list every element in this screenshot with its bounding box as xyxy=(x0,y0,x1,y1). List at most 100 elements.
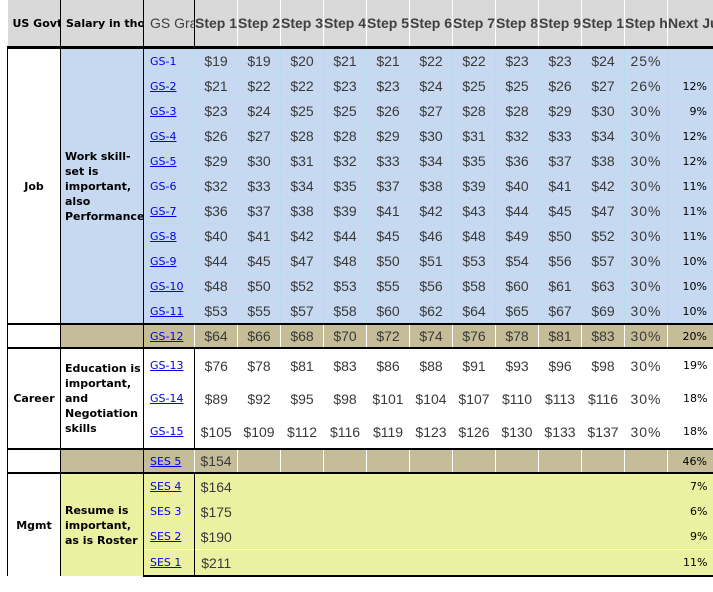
category-cell-empty xyxy=(7,448,61,474)
step-6-salary: $74 xyxy=(409,323,453,349)
grade-link[interactable]: GS-10 xyxy=(150,280,183,293)
grade-cell: SES 1 xyxy=(143,549,195,577)
step-6-salary: $22 xyxy=(409,47,453,74)
step-10-salary: $52 xyxy=(581,223,625,249)
step-8-salary: $65 xyxy=(495,298,539,325)
step-5-salary: $119 xyxy=(366,415,410,449)
step-10-salary: $69 xyxy=(581,298,625,325)
step-6-salary xyxy=(409,524,453,550)
table-row: SES 5 $154 46% xyxy=(7,448,713,474)
step-7-salary: $48 xyxy=(452,223,496,249)
step-9-salary: $56 xyxy=(538,248,582,274)
step-5-salary: $50 xyxy=(366,248,410,274)
grade-cell: GS-5 xyxy=(143,148,195,174)
step-9-salary: $29 xyxy=(538,98,582,124)
header-step-hike: Step hike xyxy=(624,0,668,49)
next-jump-cell: 11% xyxy=(667,223,713,249)
grade-link[interactable]: GS-15 xyxy=(150,425,183,438)
grade-cell: GS-9 xyxy=(143,248,195,274)
step-1-salary: $190 xyxy=(194,524,238,550)
grade-link[interactable]: GS-9 xyxy=(150,255,176,268)
step-8-salary xyxy=(495,524,539,550)
step-2-salary: $41 xyxy=(237,223,281,249)
step-2-salary: $30 xyxy=(237,148,281,174)
step-9-salary: $81 xyxy=(538,323,582,349)
step-4-salary: $25 xyxy=(323,98,367,124)
grade-cell: GS-2 xyxy=(143,73,195,99)
step-4-salary: $39 xyxy=(323,198,367,224)
grade-link[interactable]: GS-4 xyxy=(150,130,176,143)
step-8-salary: $44 xyxy=(495,198,539,224)
step-3-salary xyxy=(280,473,324,499)
grade-link[interactable]: GS-7 xyxy=(150,205,176,218)
grade-link[interactable]: SES 1 xyxy=(150,556,181,569)
grade-link[interactable]: SES 5 xyxy=(150,455,181,468)
step-1-salary: $175 xyxy=(194,499,238,524)
step-7-salary: $53 xyxy=(452,248,496,274)
step-9-salary xyxy=(538,524,582,550)
step-4-salary: $48 xyxy=(323,248,367,274)
step-3-salary: $25 xyxy=(280,98,324,124)
step-5-salary xyxy=(366,499,410,524)
step-10-salary: $30 xyxy=(581,98,625,124)
step-10-salary: $27 xyxy=(581,73,625,99)
grade-cell: SES 4 xyxy=(143,473,195,499)
grade-cell: GS-7 xyxy=(143,198,195,224)
grade-link[interactable]: GS-2 xyxy=(150,80,176,93)
step-8-salary: $49 xyxy=(495,223,539,249)
step-9-salary: $45 xyxy=(538,198,582,224)
grade-cell: GS-11 xyxy=(143,298,195,325)
grade-link[interactable]: GS-12 xyxy=(150,330,183,343)
grade-link[interactable]: GS-5 xyxy=(150,155,176,168)
step-9-salary: $23 xyxy=(538,47,582,74)
step-4-salary xyxy=(323,499,367,524)
grade-link[interactable]: SES 4 xyxy=(150,480,181,493)
grade-link[interactable]: GS-3 xyxy=(150,105,176,118)
header-step-3: Step 3 xyxy=(280,0,324,49)
grade-link[interactable]: GS-8 xyxy=(150,230,176,243)
category-cell-career: Career xyxy=(7,347,61,449)
next-jump-cell: 46% xyxy=(667,448,713,474)
grade-link[interactable]: SES 2 xyxy=(150,530,181,543)
step-6-salary xyxy=(409,448,453,474)
step-hike-cell xyxy=(624,473,668,499)
grade-link[interactable]: GS-6 xyxy=(150,180,176,193)
next-jump-cell xyxy=(667,47,713,74)
step-hike-cell xyxy=(624,549,668,577)
step-5-salary: $26 xyxy=(366,98,410,124)
header-category: US Govt. Jobs xyxy=(7,0,61,49)
step-3-salary xyxy=(280,549,324,577)
category-cell-empty xyxy=(7,323,61,349)
grade-link[interactable]: GS-13 xyxy=(150,359,183,372)
header-description: Salary in thousands xyxy=(60,0,144,49)
header-step-9: Step 9 xyxy=(538,0,582,49)
step-hike-cell: 30% xyxy=(624,223,668,249)
step-6-salary: $34 xyxy=(409,148,453,174)
step-1-salary: $89 xyxy=(194,382,238,415)
header-step-5: Step 5 xyxy=(366,0,410,49)
grade-link[interactable]: GS-14 xyxy=(150,392,183,405)
table-row: GS-12 $64 $66 $68 $70 $72 $74 $76 $78 $81 $83 30% 20… xyxy=(7,323,713,349)
step-8-salary: $28 xyxy=(495,98,539,124)
step-hike-cell: 30% xyxy=(624,273,668,299)
grade-link[interactable]: SES 3 xyxy=(150,505,181,518)
grade-link[interactable]: GS-11 xyxy=(150,305,183,318)
step-2-salary: $37 xyxy=(237,198,281,224)
step-hike-cell: 30% xyxy=(624,198,668,224)
step-10-salary: $57 xyxy=(581,248,625,274)
grade-cell: GS-13 xyxy=(143,347,195,382)
step-5-salary xyxy=(366,524,410,550)
step-4-salary xyxy=(323,473,367,499)
step-7-salary xyxy=(452,473,496,499)
step-10-salary: $63 xyxy=(581,273,625,299)
step-9-salary: $41 xyxy=(538,173,582,199)
step-5-salary: $55 xyxy=(366,273,410,299)
step-7-salary xyxy=(452,499,496,524)
step-9-salary xyxy=(538,549,582,577)
header-row: US Govt. Jobs Salary in thousands GS Gra… xyxy=(7,0,713,49)
next-jump-cell: 11% xyxy=(667,173,713,199)
grade-cell: SES 5 xyxy=(143,448,195,474)
category-cell-job: Job xyxy=(7,47,61,324)
step-7-salary xyxy=(452,448,496,474)
grade-link[interactable]: GS-1 xyxy=(150,55,176,68)
